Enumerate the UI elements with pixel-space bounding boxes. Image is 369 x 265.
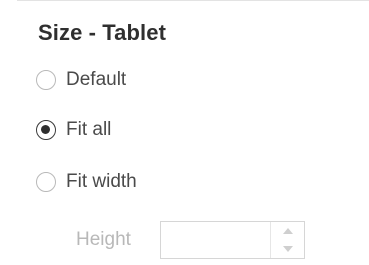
panel-divider <box>17 0 369 1</box>
option-fit-width[interactable]: Fit width <box>36 168 137 196</box>
stepper-controls <box>270 222 304 258</box>
option-default[interactable]: Default <box>36 66 126 94</box>
radio-fit-width[interactable] <box>36 172 56 192</box>
option-default-label: Default <box>66 69 127 90</box>
section-title: Size - Tablet <box>38 20 167 45</box>
triangle-down-icon <box>282 246 293 252</box>
step-up-button[interactable] <box>271 222 304 240</box>
step-down-button[interactable] <box>271 240 304 258</box>
size-tablet-panel: Size - Tablet Default Fit all Fit width … <box>0 0 369 265</box>
option-fit-all[interactable]: Fit all <box>36 116 111 144</box>
height-stepper[interactable] <box>160 221 305 259</box>
radio-selected-dot <box>41 125 50 134</box>
radio-default[interactable] <box>36 70 56 90</box>
option-fit-width-label: Fit width <box>66 171 137 192</box>
height-input[interactable] <box>161 222 271 258</box>
triangle-up-icon <box>282 228 293 234</box>
height-label: Height <box>76 229 131 250</box>
radio-fit-all[interactable] <box>36 120 56 140</box>
option-fit-all-label: Fit all <box>66 119 112 140</box>
